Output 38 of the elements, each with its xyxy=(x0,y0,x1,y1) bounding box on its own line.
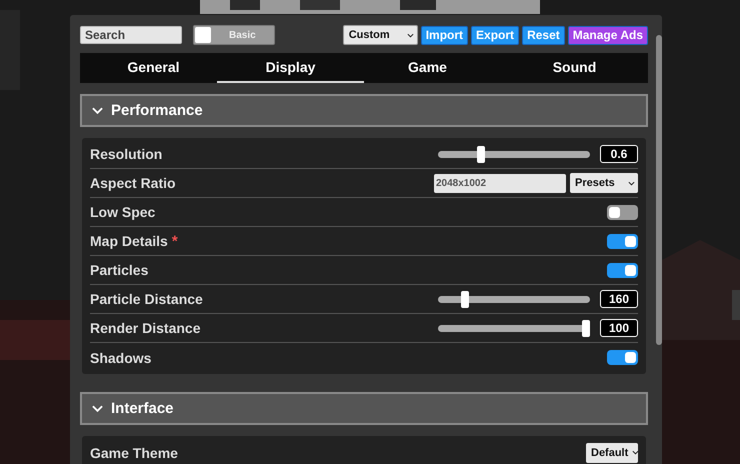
toggle-switch[interactable] xyxy=(607,262,638,278)
slider[interactable] xyxy=(438,290,590,308)
preset-select[interactable]: Custom xyxy=(342,25,418,45)
value-field[interactable]: 160 xyxy=(600,290,638,308)
presets-select[interactable]: Presets xyxy=(570,173,638,193)
setting-label: Particles xyxy=(90,262,148,278)
slider[interactable] xyxy=(438,146,590,162)
setting-label: Shadows xyxy=(90,350,152,366)
setting-label: Map Details xyxy=(90,233,168,249)
section-header[interactable]: Interface xyxy=(80,392,648,425)
setting-label: Resolution xyxy=(90,146,162,162)
section-title: Performance xyxy=(111,102,203,119)
tab[interactable]: Display xyxy=(217,53,364,83)
section-header[interactable]: Performance xyxy=(80,94,648,127)
caret-icon xyxy=(406,32,414,38)
required-marker: * xyxy=(172,232,178,250)
search-field[interactable]: Search xyxy=(80,26,182,44)
theme-select[interactable]: Default xyxy=(586,442,638,462)
toggle-switch[interactable] xyxy=(607,204,638,220)
value-field[interactable]: 0.6 xyxy=(600,145,638,163)
setting-label: Low Spec xyxy=(90,204,156,220)
scrollbar-thumb[interactable] xyxy=(656,35,662,345)
setting-label: Render Distance xyxy=(90,320,200,336)
setting-label: Particle Distance xyxy=(90,291,203,307)
chevron-icon xyxy=(92,404,103,412)
text-field[interactable]: 2048x1002 xyxy=(434,174,566,192)
setting-label: Game Theme xyxy=(90,444,178,460)
toggle-switch[interactable] xyxy=(607,234,638,248)
section-title: Interface xyxy=(111,400,174,417)
toggle-switch[interactable] xyxy=(607,350,638,365)
value-field[interactable]: 100 xyxy=(600,319,638,337)
slider[interactable] xyxy=(438,320,590,336)
caret-icon xyxy=(628,180,635,186)
toolbar-button[interactable]: Manage Ads xyxy=(568,26,648,44)
caret-icon xyxy=(632,450,640,455)
tab[interactable]: Sound xyxy=(501,53,648,83)
setting-label: Aspect Ratio xyxy=(90,175,176,191)
chevron-icon xyxy=(92,106,103,114)
